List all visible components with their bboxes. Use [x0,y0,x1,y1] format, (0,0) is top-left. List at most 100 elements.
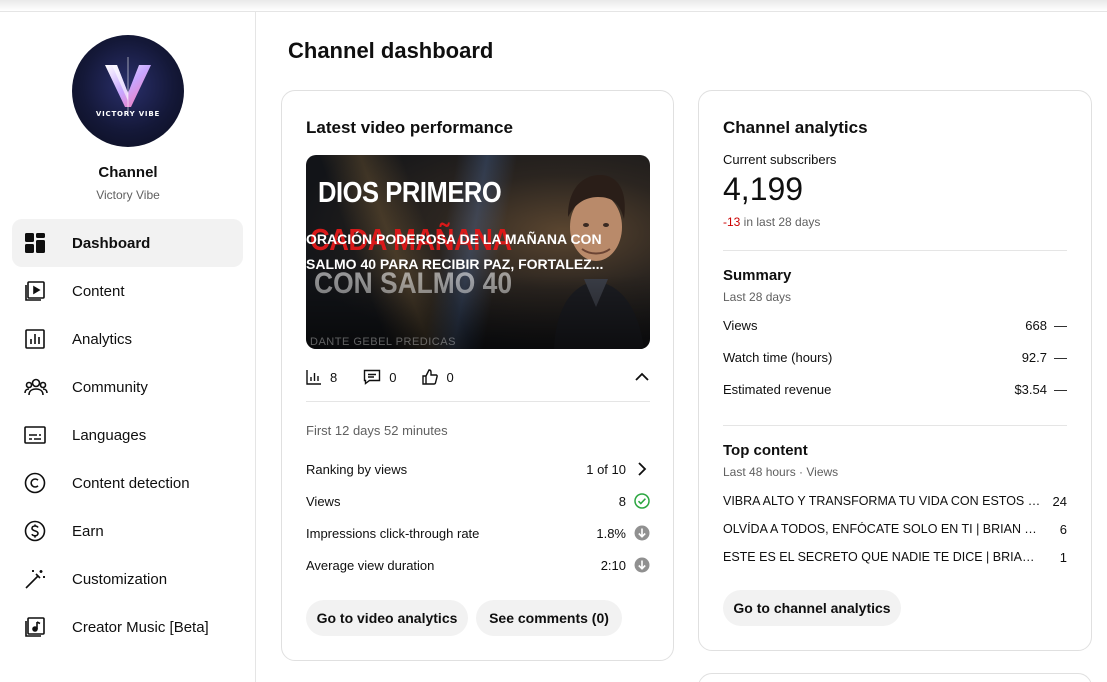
sidebar-item-label: Dashboard [72,234,151,252]
sidebar-item-creator-music[interactable]: Creator Music [Beta] [12,603,243,651]
card-title: Channel analytics [723,118,868,137]
magic-wand-icon [12,568,60,590]
summary-value: 92.7 [1021,349,1047,365]
sidebar-item-analytics[interactable]: Analytics [12,315,243,363]
comment-icon [364,369,381,385]
dollar-icon [12,520,60,542]
sidebar-item-languages[interactable]: Languages [12,411,243,459]
sidebar-item-customization[interactable]: Customization [12,555,243,603]
metric-value: 8 [618,493,626,509]
sidebar-item-community[interactable]: Community [12,363,243,411]
metric-value: 1.8% [596,525,626,541]
arrow-down-circle-icon [634,525,650,541]
metric-label: Impressions click-through rate [306,525,480,541]
summary-trend: — [1054,381,1067,397]
chevron-up-icon[interactable] [634,366,650,388]
summary-label: Views [723,317,758,333]
comments-count: 0 [389,369,397,385]
summary-label: Watch time (hours) [723,349,833,365]
metric-value: 1 of 10 [586,461,626,477]
divider [723,250,1067,251]
top-bar [0,0,1107,12]
sidebar-item-earn[interactable]: Earn [12,507,243,555]
summary-value: $3.54 [1014,381,1047,397]
likes-stat: 0 [422,369,454,385]
summary-row-views: Views 668 — [723,315,1067,335]
divider [723,425,1067,426]
go-to-channel-analytics-button[interactable]: Go to channel analytics [723,590,901,626]
community-icon [12,376,60,398]
metric-label: Ranking by views [306,461,408,477]
comments-stat: 0 [363,369,396,385]
video-stats-row: 8 0 0 [306,366,650,388]
subscribers-count: 4,199 [723,171,804,207]
latest-video-card: Latest video performance DIOS PRIMERO CA… [281,90,674,661]
chevron-right-icon [634,461,650,477]
sidebar-item-content-detection[interactable]: Content detection [12,459,243,507]
top-content-views: 24 [1052,493,1067,509]
copyright-icon [12,472,60,494]
languages-icon [12,424,60,446]
sidebar-item-label: Earn [72,522,104,540]
next-card [698,673,1092,682]
sidebar: VICTORY VIBE Channel Victory Vibe Dashbo… [0,12,256,682]
card-title: Latest video performance [306,118,513,137]
summary-trend: — [1054,349,1067,365]
video-title[interactable]: ORACIÓN PODEROSA DE LA MAÑANA CON SALMO … [306,227,606,277]
top-content-views: 1 [1059,549,1067,565]
video-title-line2: SALMO 40 PARA RECIBIR PAZ, FORTALEZ... [306,256,604,272]
sidebar-item-label: Content detection [72,474,190,492]
summary-value: 668 [1025,317,1047,333]
top-content-views: 6 [1059,521,1067,537]
summary-period: Last 28 days [723,290,792,304]
metric-avg-view-duration: Average view duration 2:10 [306,555,650,575]
top-content-video-title: ESTE ES EL SECRETO QUE NADIE TE DICE | B… [723,550,1041,564]
video-title-line1: ORACIÓN PODEROSA DE LA MAÑANA CON [306,231,602,247]
top-content-item[interactable]: ESTE ES EL SECRETO QUE NADIE TE DICE | B… [723,547,1067,567]
top-content-title: Top content [723,442,808,459]
summary-title: Summary [723,267,792,284]
content-icon [12,280,60,302]
metric-views: Views 8 [306,491,650,511]
sidebar-item-label: Content [72,282,125,300]
top-content-item[interactable]: VIBRA ALTO Y TRANSFORMA TU VIDA CON ESTO… [723,491,1067,511]
sidebar-item-label: Analytics [72,330,133,348]
avatar-brand-text: VICTORY VIBE [95,110,161,118]
subscribers-delta-suffix: in last 28 days [740,215,821,229]
channel-avatar[interactable]: VICTORY VIBE [72,35,184,147]
bar-chart-icon [306,370,321,385]
summary-label: Estimated revenue [723,381,832,397]
subscribers-delta: -13 in last 28 days [723,215,820,229]
see-comments-button[interactable]: See comments (0) [476,600,622,636]
subscribers-delta-value: -13 [723,215,741,229]
views-stat: 8 [306,369,337,385]
summary-trend: — [1054,317,1067,333]
metric-ranking[interactable]: Ranking by views 1 of 10 [306,459,650,479]
thumbnail-watermark: DANTE GEBEL PREDICAS [310,336,456,348]
sidebar-item-content[interactable]: Content [12,267,243,315]
sidebar-item-label: Creator Music [Beta] [72,618,209,636]
analytics-icon [12,328,60,350]
top-content-item[interactable]: OLVÍDA A TODOS, ENFÓCATE SOLO EN TI | BR… [723,519,1067,539]
metric-label: Average view duration [306,557,435,573]
likes-count: 0 [446,369,454,385]
top-content-period: Last 48 hours · Views [723,465,839,479]
top-content-video-title: VIBRA ALTO Y TRANSFORMA TU VIDA CON ESTO… [723,494,1041,508]
period-label: First 12 days 52 minutes [306,423,448,438]
sidebar-item-dashboard[interactable]: Dashboard [12,219,243,267]
sidebar-item-label: Languages [72,426,147,444]
channel-name: Victory Vibe [96,188,160,202]
dashboard-icon [12,232,60,254]
sidebar-item-label: Community [72,378,148,396]
divider [306,401,650,402]
page-title: Channel dashboard [288,38,494,63]
channel-heading: Channel [98,164,158,181]
subscribers-label: Current subscribers [723,152,837,167]
go-to-video-analytics-button[interactable]: Go to video analytics [306,600,468,636]
summary-row-watch-time: Watch time (hours) 92.7 — [723,347,1067,367]
sidebar-item-label: Customization [72,570,168,588]
summary-row-revenue: Estimated revenue $3.54 — [723,379,1067,399]
metric-ctr: Impressions click-through rate 1.8% [306,523,650,543]
music-icon [12,616,60,638]
metric-value: 2:10 [600,557,626,573]
